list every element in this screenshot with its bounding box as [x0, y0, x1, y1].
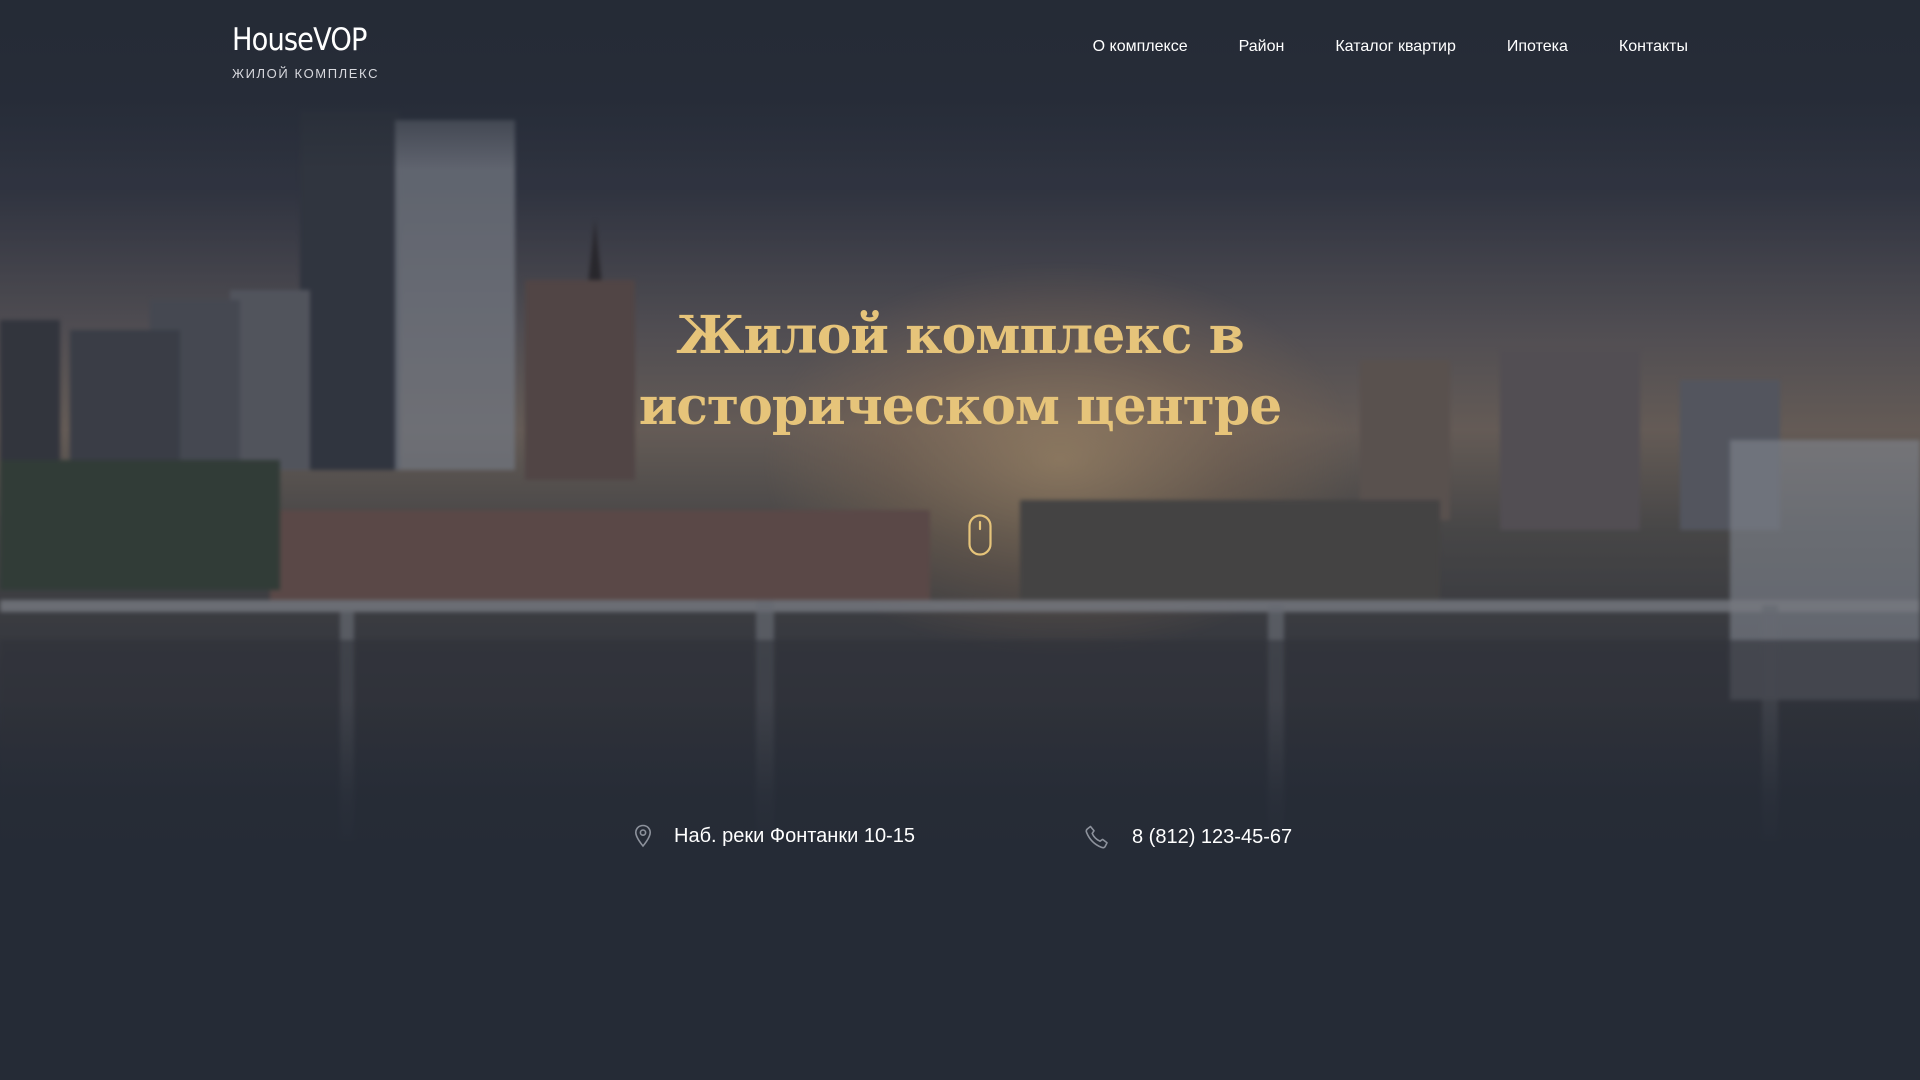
phone-icon [1084, 824, 1110, 850]
nav-item-mortgage[interactable]: Ипотека [1507, 38, 1568, 56]
hero-title-line-1: Жилой комплекс в [676, 305, 1244, 366]
address-text: Наб. реки Фонтанки 10-15 [674, 824, 915, 847]
nav-item-catalog[interactable]: Каталог квартир [1335, 38, 1456, 56]
address-contact[interactable]: Наб. реки Фонтанки 10-15 [634, 824, 915, 848]
nav-item-about[interactable]: О комплексе [1093, 38, 1188, 56]
hero-title-line-2: историческом центре [638, 376, 1283, 437]
logo-title: HouseVOP [232, 22, 367, 58]
nav-item-district[interactable]: Район [1239, 38, 1285, 56]
nav-item-contacts[interactable]: Контакты [1619, 38, 1688, 56]
site-header: HouseVOP ЖИЛОЙ КОМПЛЕКС О комплексе Райо… [0, 0, 1920, 100]
mouse-icon[interactable] [968, 514, 992, 556]
map-pin-icon [634, 824, 652, 848]
main-nav: О комплексе Район Каталог квартир Ипотек… [1093, 38, 1688, 56]
contacts-bar: Наб. реки Фонтанки 10-15 8 (812) 123-45-… [0, 824, 1920, 854]
logo[interactable]: HouseVOP ЖИЛОЙ КОМПЛЕКС [232, 22, 385, 81]
logo-tagline: ЖИЛОЙ КОМПЛЕКС [232, 66, 380, 81]
phone-contact[interactable]: 8 (812) 123-45-67 [1084, 824, 1292, 850]
landing-page: HouseVOP ЖИЛОЙ КОМПЛЕКС О комплексе Райо… [0, 0, 1920, 1080]
phone-text: 8 (812) 123-45-67 [1132, 825, 1293, 848]
hero-title: Жилой комплекс в историческом центре [560, 300, 1360, 442]
